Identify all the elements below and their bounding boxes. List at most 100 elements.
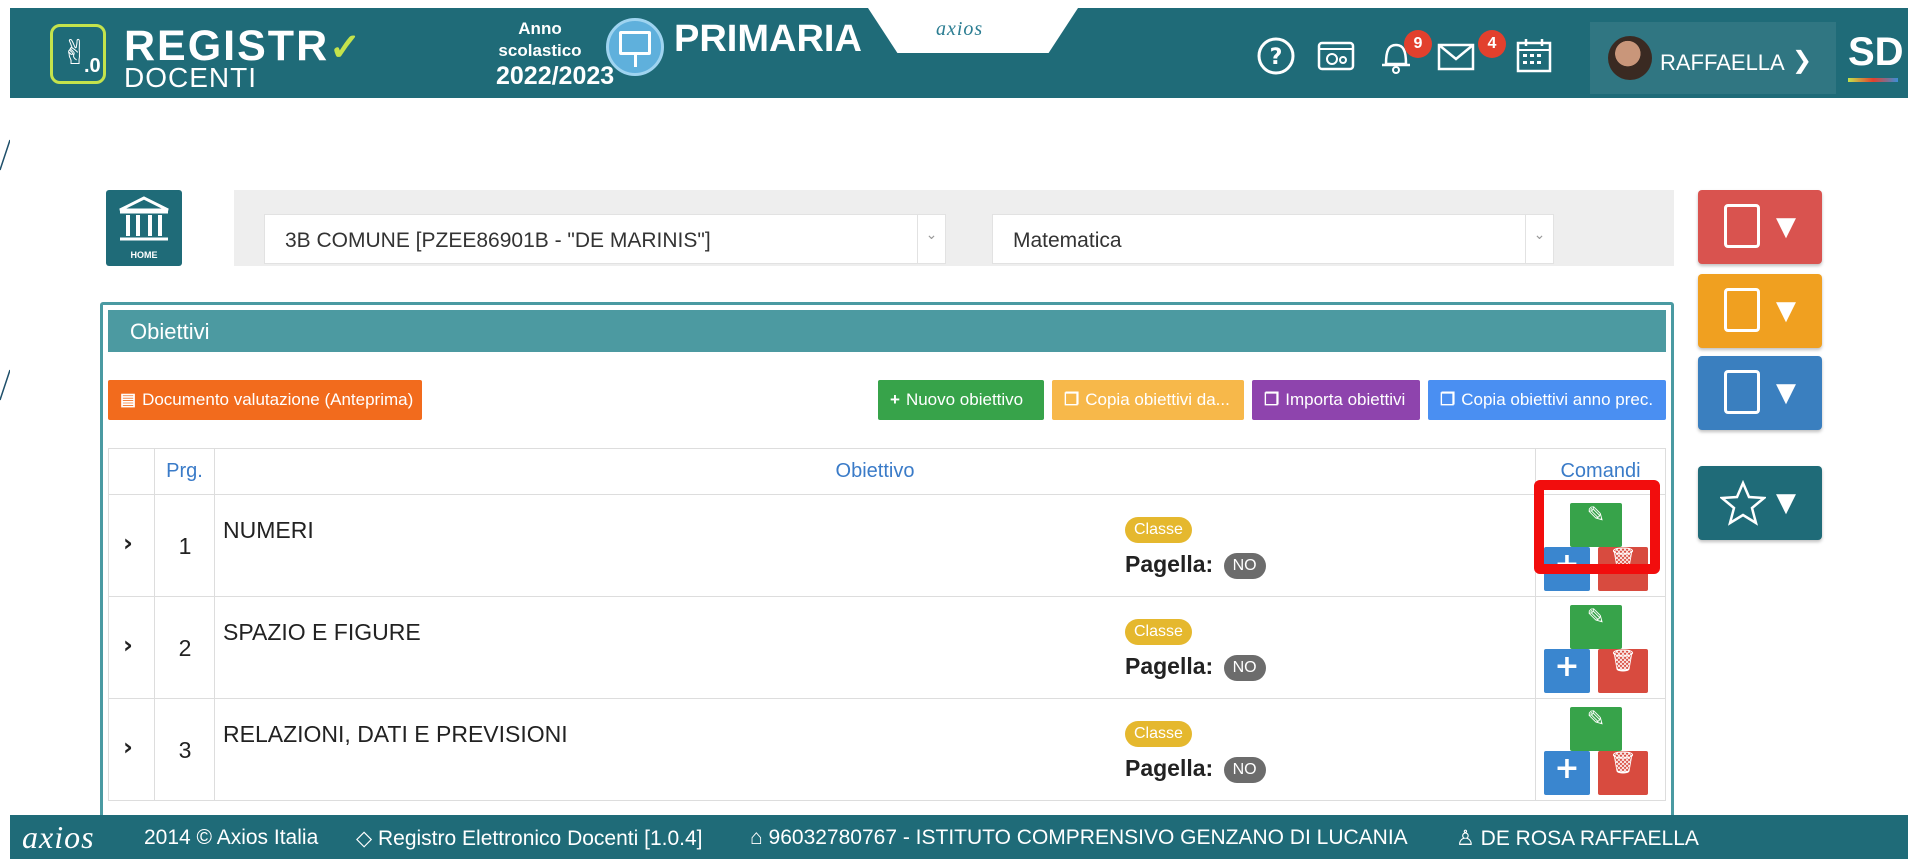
app-switcher[interactable]: SD — [1848, 30, 1904, 75]
school-year-value[interactable]: 2022/2023 — [496, 62, 614, 91]
edit-icon: ✎ — [1586, 707, 1606, 732]
user-icon: ♙ — [1456, 827, 1481, 850]
copy-icon: ❐ — [1264, 390, 1280, 409]
table-row: › 3 RELAZIONI, DATI E PREVISIONI Classe … — [108, 698, 1666, 801]
documento-valutazione-label: Documento valutazione (Anteprima) — [142, 390, 414, 409]
table-row: › 1 NUMERI Classe Pagella: NO ✎ + 🗑 — [108, 494, 1666, 597]
column-header-obiettivo[interactable]: Obiettivo — [214, 448, 1536, 495]
row-obiettivo: NUMERI — [223, 517, 314, 543]
subject-select[interactable]: Matematica ⌄ — [992, 214, 1554, 264]
graduation-cap-icon — [1724, 288, 1760, 332]
objectives-table: Prg. Obiettivo Comandi › 1 NUMERI Classe… — [108, 448, 1666, 801]
axios-footer-logo: axios — [22, 819, 95, 855]
favorites-menu-button[interactable]: ▼ — [1698, 466, 1822, 540]
documento-valutazione-button[interactable]: ▤ Documento valutazione (Anteprima) — [108, 380, 422, 420]
add-button[interactable]: + — [1544, 547, 1590, 591]
chevron-down-icon: ⌄ — [1525, 215, 1553, 263]
column-header-prg[interactable]: Prg. — [154, 448, 215, 495]
top-bar: ✌ .0 REGISTR✓ DOCENTI Anno scolastico 20… — [10, 8, 1908, 98]
chevron-right-icon[interactable]: › — [123, 631, 133, 659]
copy-icon: ❐ — [1064, 390, 1080, 409]
panel-header: Obiettivi — [108, 310, 1666, 352]
classe-badge: Classe — [1125, 619, 1192, 645]
school-level: PRIMARIA — [674, 18, 862, 60]
chevron-right-icon[interactable]: › — [123, 733, 133, 761]
footer-user: ♙ DE ROSA RAFFAELLA — [1456, 826, 1699, 851]
copy-icon: ❐ — [1440, 390, 1456, 409]
copia-obiettivi-anno-prec-label: Copia obiettivi anno prec. — [1461, 390, 1654, 409]
nuovo-obiettivo-button[interactable]: + Nuovo obiettivo — [878, 380, 1044, 420]
importa-obiettivi-button[interactable]: ❐ Importa obiettivi — [1252, 380, 1420, 420]
plus-icon: + — [1554, 751, 1580, 786]
copia-obiettivi-da-button[interactable]: ❐ Copia obiettivi da... — [1052, 380, 1244, 420]
caret-down-icon: ▼ — [1776, 296, 1796, 326]
footer-school-label: 96032780767 - ISTITUTO COMPRENSIVO GENZA… — [768, 826, 1408, 849]
row-obiettivo: SPAZIO E FIGURE — [223, 619, 421, 645]
pagella-label: Pagella: — [1125, 755, 1214, 781]
pagella-label: Pagella: — [1125, 653, 1214, 679]
classe-badge: Classe — [1125, 721, 1192, 747]
pagella-badge: NO — [1223, 654, 1266, 681]
checklist-icon — [1724, 204, 1760, 248]
footer-user-label: DE ROSA RAFFAELLA — [1480, 827, 1699, 850]
calendar-icon[interactable] — [1514, 36, 1554, 76]
user-menu[interactable]: RAFFAELLA ❯ — [1590, 22, 1836, 94]
copia-obiettivi-anno-prec-button[interactable]: ❐ Copia obiettivi anno prec. — [1428, 380, 1666, 420]
edit-icon: ✎ — [1586, 503, 1606, 528]
chart-report-icon — [1724, 370, 1760, 414]
trash-icon: 🗑 — [1609, 547, 1637, 572]
avatar — [1608, 36, 1652, 80]
messages-badge: 4 — [1478, 30, 1506, 58]
classe-badge: Classe — [1125, 517, 1192, 543]
home-button[interactable]: HOME — [106, 190, 182, 266]
mail-icon[interactable] — [1436, 36, 1476, 76]
checklist-menu-button[interactable]: ▼ — [1698, 190, 1822, 264]
add-button[interactable]: + — [1544, 649, 1590, 693]
edit-button[interactable]: ✎ — [1570, 503, 1622, 547]
pagella-label: Pagella: — [1125, 551, 1214, 577]
svg-text:?: ? — [1270, 45, 1283, 70]
row-obiettivo: RELAZIONI, DATI E PREVISIONI — [223, 721, 568, 747]
blackboard-icon — [606, 18, 664, 76]
edit-button[interactable]: ✎ — [1570, 605, 1622, 649]
edit-button[interactable]: ✎ — [1570, 707, 1622, 751]
plus-icon: + — [890, 390, 900, 409]
graduation-menu-button[interactable]: ▼ — [1698, 274, 1822, 348]
footer-school: ⌂ 96032780767 - ISTITUTO COMPRENSIVO GEN… — [750, 826, 1408, 850]
delete-button[interactable]: 🗑 — [1598, 649, 1648, 693]
pagella-field: Pagella: NO — [1125, 653, 1266, 681]
nuovo-obiettivo-label: Nuovo obiettivo — [905, 390, 1024, 409]
app-logo[interactable]: ✌ .0 — [50, 24, 106, 84]
report-menu-button[interactable]: ▼ — [1698, 356, 1822, 430]
edit-icon: ✎ — [1586, 605, 1606, 630]
chevron-right-icon[interactable]: › — [123, 529, 133, 557]
chevron-down-icon: ❯ — [1792, 46, 1813, 74]
trash-icon: 🗑 — [1609, 751, 1637, 776]
class-select[interactable]: 3B COMUNE [PZEE86901B - "DE MARINIS"] ⌄ — [264, 214, 946, 264]
settings-icon[interactable] — [1316, 36, 1356, 76]
column-header-comandi: Comandi — [1535, 448, 1666, 495]
caret-down-icon: ▼ — [1776, 488, 1796, 518]
footer-app: ◇ Registro Elettronico Docenti [1.0.4] — [356, 826, 702, 851]
frame-decoration — [0, 139, 10, 401]
check-icon: ✓ — [329, 27, 363, 69]
pagella-field: Pagella: NO — [1125, 551, 1266, 579]
user-name: RAFFAELLA — [1660, 50, 1785, 75]
trash-icon: 🗑 — [1609, 649, 1637, 674]
delete-button[interactable]: 🗑 — [1598, 751, 1648, 795]
add-button[interactable]: + — [1544, 751, 1590, 795]
row-prg: 2 — [178, 635, 192, 661]
row-prg: 1 — [178, 533, 192, 559]
importa-obiettivi-label: Importa obiettivi — [1285, 390, 1406, 409]
app-switcher-underline — [1848, 78, 1898, 82]
subject-select-value: Matematica — [1013, 229, 1122, 252]
caret-down-icon: ▼ — [1776, 378, 1796, 408]
panel-title: Obiettivi — [130, 319, 210, 344]
pdf-icon: ▤ — [120, 390, 137, 409]
delete-button[interactable]: 🗑 — [1598, 547, 1648, 591]
plus-icon: + — [1554, 547, 1580, 582]
pagella-badge: NO — [1223, 552, 1266, 579]
axios-logo-tab: axios — [868, 8, 1078, 53]
pagella-badge: NO — [1223, 756, 1266, 783]
help-icon[interactable]: ? — [1256, 36, 1296, 76]
